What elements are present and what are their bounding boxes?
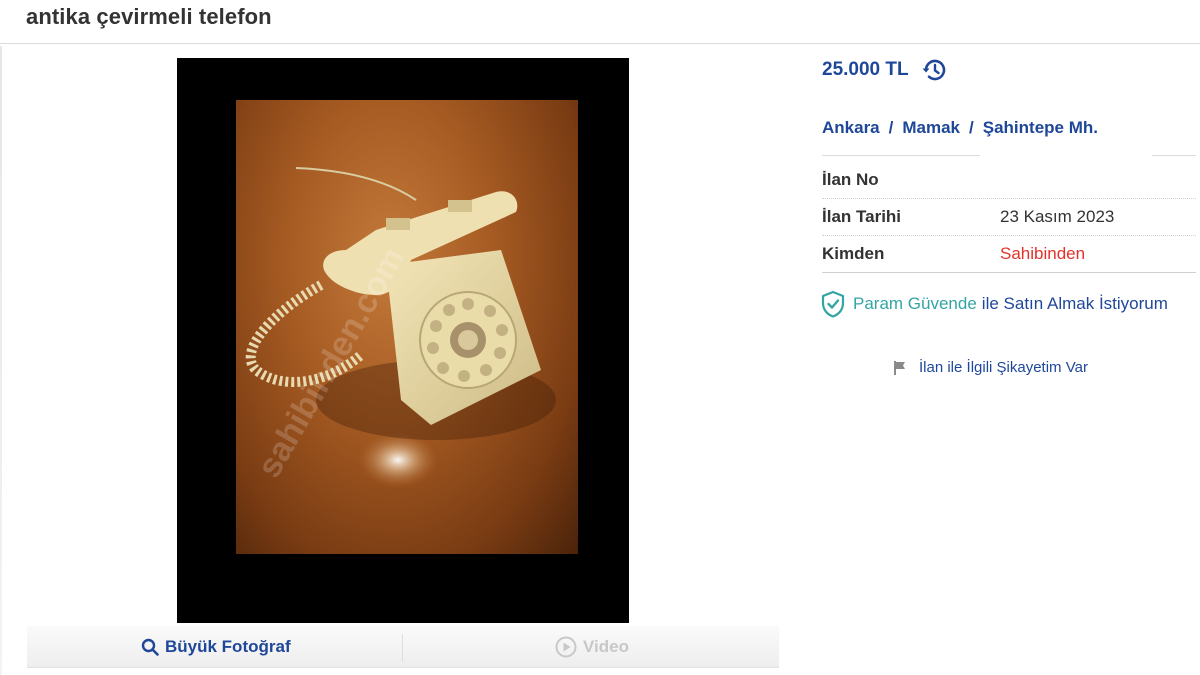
info-value-seller: Sahibinden	[1000, 244, 1086, 263]
secure-text: ile Satın Almak İstiyorum	[981, 294, 1168, 313]
left-edge-divider	[0, 46, 2, 675]
info-divider	[822, 155, 1196, 156]
complaint-label: İlan ile İlgili Şikayetim Var	[919, 359, 1088, 376]
info-value: 23 Kasım 2023	[1000, 207, 1115, 226]
media-toolbar: Büyük Fotoğraf Video	[27, 626, 779, 668]
breadcrumb: Ankara / Mamak / Şahintepe Mh.	[822, 118, 1098, 138]
complaint-link[interactable]: İlan ile İlgili Şikayetim Var	[893, 359, 1088, 376]
info-row-listing-date: İlan Tarihi 23 Kasım 2023	[822, 199, 1196, 236]
info-label: Kimden	[822, 244, 885, 263]
breadcrumb-separator: /	[969, 118, 974, 137]
info-row-seller-type: Kimden Sahibinden	[822, 236, 1196, 273]
media-divider	[402, 634, 403, 662]
breadcrumb-separator: /	[888, 118, 894, 137]
photo-viewer[interactable]: sahibinden.com	[177, 58, 629, 623]
info-label: İlan No	[822, 170, 879, 189]
location-neighborhood-link[interactable]: Şahintepe Mh.	[983, 118, 1098, 138]
secure-payment-link[interactable]: Param Güvende ile Satın Almak İstiyorum	[820, 290, 1168, 318]
title-bar: antika çevirmeli telefon	[0, 0, 1200, 44]
secure-brand: Param Güvende	[853, 294, 977, 313]
shield-check-icon	[820, 290, 846, 318]
location-city-link[interactable]: Ankara	[822, 118, 880, 138]
flag-icon	[893, 360, 907, 376]
play-circle-icon	[555, 636, 577, 658]
listing-title: antika çevirmeli telefon	[26, 4, 272, 29]
info-label: İlan Tarihi	[822, 207, 902, 226]
history-icon[interactable]	[921, 58, 947, 82]
search-icon	[141, 638, 159, 656]
listing-photo[interactable]: sahibinden.com	[236, 100, 578, 554]
location-district-link[interactable]: Mamak	[902, 118, 960, 138]
video-button[interactable]: Video	[555, 626, 629, 668]
price-row: 25.000 TL	[822, 58, 947, 82]
video-label: Video	[583, 637, 629, 656]
price: 25.000 TL	[822, 59, 909, 80]
telephone-illustration: sahibinden.com	[245, 167, 556, 488]
info-row-listing-no: İlan No	[822, 162, 1196, 199]
listing-info-table: İlan No İlan Tarihi 23 Kasım 2023 Kimden…	[822, 162, 1196, 273]
large-photo-label: Büyük Fotoğraf	[165, 637, 291, 656]
large-photo-button[interactable]: Büyük Fotoğraf	[141, 626, 291, 668]
